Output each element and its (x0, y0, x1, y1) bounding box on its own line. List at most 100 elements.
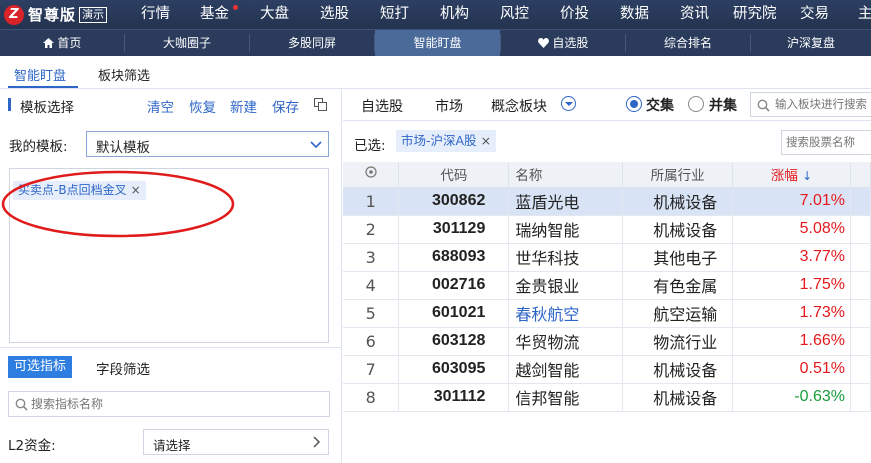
app-logo[interactable]: Z 智尊版 演示 (0, 0, 124, 29)
intersection-radio-label: 交集 (646, 98, 674, 114)
selected-market-chip-label: 市场-沪深A股 (401, 133, 477, 148)
stock-code: 603095 (398, 355, 510, 384)
tab-optional-indicators[interactable]: 可选指标 (8, 356, 73, 378)
stock-industry: 机械设备 (622, 215, 734, 244)
row-filler (850, 215, 871, 244)
column-header-name[interactable]: 名称 (508, 162, 624, 188)
row-filler (850, 271, 871, 300)
stock-industry: 有色金属 (622, 271, 734, 300)
chevron-down-icon (310, 141, 322, 149)
subnav-watchlist-label: 自选股 (552, 36, 589, 50)
column-header-change-label: 涨幅 (770, 168, 798, 185)
demo-badge: 演示 (79, 6, 108, 23)
tab-field-filter[interactable]: 字段筛选 (96, 358, 150, 378)
menu-item-fund[interactable]: 基金 (200, 0, 229, 29)
table-row[interactable]: 8 301112 信邦智能 机械设备 -0.63% (343, 383, 871, 412)
block-search-input[interactable] (775, 96, 871, 114)
restore-button[interactable]: 恢复 (189, 96, 216, 116)
row-index: 1 (343, 187, 400, 216)
stock-name: 瑞纳智能 (508, 215, 624, 244)
stock-change: 1.75% (732, 271, 851, 300)
indicator-search[interactable] (8, 391, 330, 417)
stock-code: 301112 (398, 383, 510, 412)
menu-item-news[interactable]: 资讯 (680, 0, 709, 29)
column-header-industry[interactable]: 所属行业 (622, 162, 734, 188)
stock-search-input[interactable] (786, 134, 871, 152)
save-button[interactable]: 保存 (272, 96, 299, 116)
stock-search[interactable] (781, 130, 871, 155)
stock-source-tabs: 自选股 市场 概念板块 交集 并集 (343, 89, 871, 121)
table-row[interactable]: 1 300862 蓝盾光电 机械设备 7.01% (343, 187, 871, 216)
block-search[interactable] (750, 92, 871, 117)
annotation-ellipse (1, 170, 235, 238)
stock-name: 华贸物流 (508, 327, 624, 356)
menu-item-risk[interactable]: 风控 (500, 0, 529, 29)
logo-icon: Z (4, 4, 24, 25)
column-header-change[interactable]: 涨幅 ↓ (732, 162, 851, 188)
menu-item-value[interactable]: 价投 (560, 0, 589, 29)
subnav-home-label: 首页 (57, 36, 82, 50)
new-button[interactable]: 新建 (230, 96, 257, 116)
table-row[interactable]: 7 603095 越剑智能 机械设备 0.51% (343, 355, 871, 384)
tab-block-filter[interactable]: 板块筛选 (98, 65, 150, 84)
copy-icon[interactable] (314, 98, 327, 111)
stock-change: 1.73% (732, 299, 851, 328)
menu-item-trade[interactable]: 交易 (800, 0, 829, 29)
table-row[interactable]: 4 002716 金贵银业 有色金属 1.75% (343, 271, 871, 300)
template-select[interactable]: 默认模板 (86, 131, 329, 157)
menu-item-stock-picker[interactable]: 选股 (320, 0, 349, 29)
menu-item-data[interactable]: 数据 (620, 0, 649, 29)
row-filler (850, 243, 871, 272)
template-select-value: 默认模板 (96, 140, 150, 156)
subnav-ranking[interactable]: 综合排名 (626, 30, 750, 56)
row-filler (850, 299, 871, 328)
close-icon[interactable]: × (481, 133, 491, 148)
stock-table: 代码 名称 所属行业 涨幅 ↓ 1 300862 蓝盾光电 机械设备 7.01%… (343, 162, 871, 412)
table-row[interactable]: 2 301129 瑞纳智能 机械设备 5.08% (343, 215, 871, 244)
clear-button[interactable]: 清空 (147, 96, 174, 116)
subnav-smart-watch[interactable]: 智能盯盘 (375, 30, 500, 56)
tab-concept-block[interactable]: 概念板块 (491, 96, 547, 116)
stock-code: 300862 (398, 187, 510, 216)
tab-watchlist[interactable]: 自选股 (361, 96, 403, 116)
intersection-radio[interactable] (626, 96, 642, 112)
stock-code: 688093 (398, 243, 510, 272)
search-icon (757, 99, 770, 112)
menu-item-quotes[interactable]: 行情 (141, 0, 170, 29)
menu-item-research[interactable]: 研究院 (733, 0, 777, 29)
row-filler (850, 187, 871, 216)
subnav-home[interactable]: 首页 (0, 30, 124, 56)
menu-item-short-trade[interactable]: 短打 (380, 0, 409, 29)
chevron-right-icon (313, 436, 321, 448)
dropdown-toggle-icon[interactable] (561, 96, 576, 111)
subnav-review[interactable]: 沪深复盘 (751, 30, 871, 56)
search-icon (15, 398, 28, 411)
table-row[interactable]: 3 688093 世华科技 其他电子 3.77% (343, 243, 871, 272)
menu-item-more[interactable]: 主 (858, 0, 871, 29)
row-index: 5 (343, 299, 400, 328)
subnav-watchlist[interactable]: 自选股 (501, 30, 625, 56)
tab-market[interactable]: 市场 (435, 96, 463, 116)
l2-funds-select[interactable]: 请选择 (143, 429, 329, 455)
table-row[interactable]: 6 603128 华贸物流 物流行业 1.66% (343, 327, 871, 356)
stock-code: 603128 (398, 327, 510, 356)
table-row[interactable]: 5 601021 春秋航空 航空运输 1.73% (343, 299, 871, 328)
selected-label: 已选: (354, 138, 386, 154)
stock-name: 信邦智能 (508, 383, 624, 412)
menu-item-market[interactable]: 大盘 (260, 0, 289, 29)
union-radio[interactable] (688, 96, 704, 112)
subnav-multi-stock[interactable]: 多股同屏 (250, 30, 374, 56)
column-header-code[interactable]: 代码 (398, 162, 510, 188)
stock-industry: 航空运输 (622, 299, 734, 328)
template-label: 我的模板: (9, 139, 68, 155)
template-panel-header: 模板选择 清空 恢复 新建 保存 (0, 89, 342, 119)
selected-market-chip[interactable]: 市场-沪深A股 × (396, 130, 497, 152)
subnav-bigshot-circle[interactable]: 大咖圈子 (125, 30, 249, 56)
tab-smart-watch[interactable]: 智能盯盘 (14, 65, 66, 84)
row-filler (850, 327, 871, 356)
indicator-search-input[interactable] (31, 395, 321, 413)
menu-item-institution[interactable]: 机构 (440, 0, 469, 29)
stock-name: 金贵银业 (508, 271, 624, 300)
column-header-extra (850, 162, 871, 188)
column-settings[interactable] (343, 162, 400, 188)
